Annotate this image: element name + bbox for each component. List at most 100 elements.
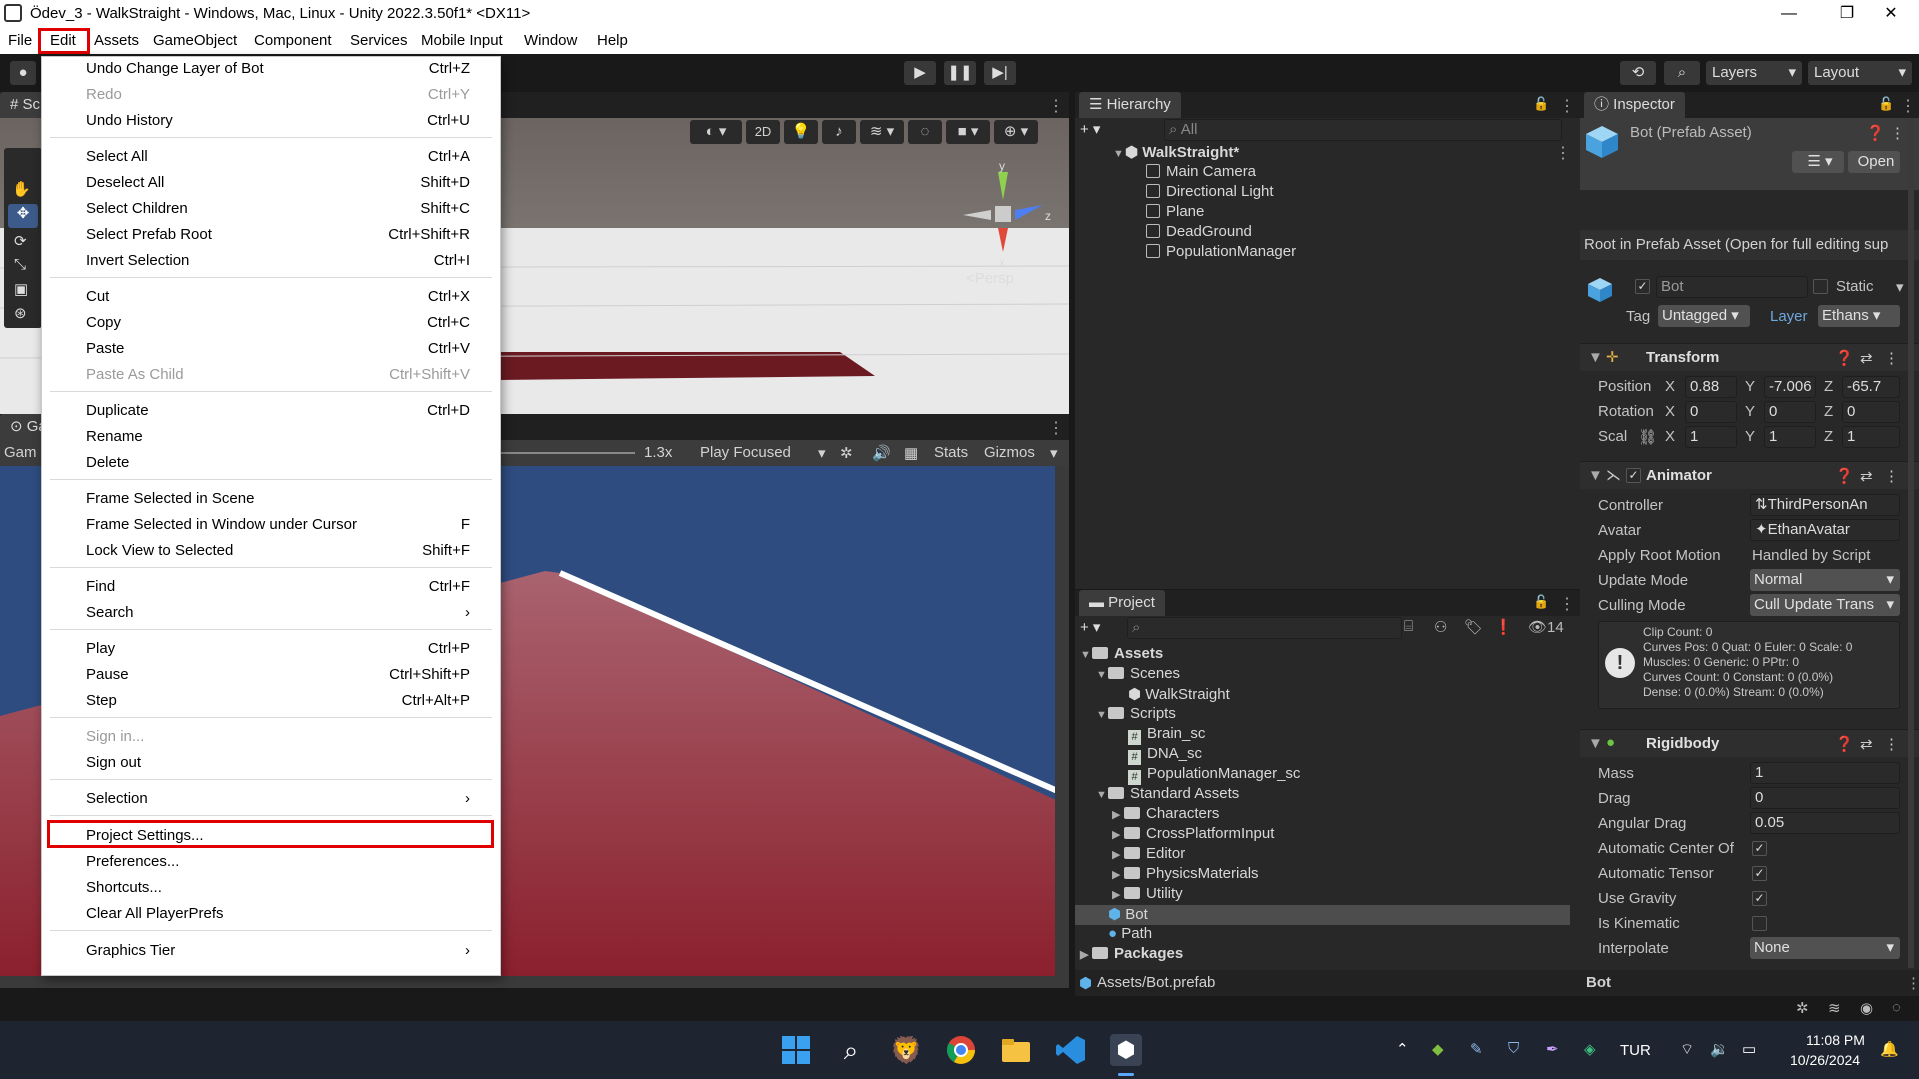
chrome-icon[interactable] [945,1034,977,1066]
scale-x-field[interactable]: 1 [1685,426,1737,448]
rotation-z-field[interactable]: 0 [1842,401,1900,423]
display-dropdown[interactable]: Gam [4,444,37,461]
hierarchy-add-button[interactable]: + ▾ [1080,120,1100,138]
layers-dropdown[interactable]: Layers ▾ [1706,61,1802,85]
grid-icon[interactable]: ▦ [904,444,918,462]
presets-icon[interactable]: ⇄ [1860,735,1873,753]
help-icon[interactable]: ❓ [1866,124,1885,142]
angular-drag-field[interactable]: 0.05 [1750,812,1900,834]
hidden-packages-count[interactable]: 👁14 [1528,618,1564,636]
presets-icon[interactable]: ⇄ [1860,349,1873,367]
menu-item-frame-selected[interactable]: Frame Selected in Scene [42,487,500,511]
debug-icon[interactable]: ✲ [1796,999,1809,1017]
culling-mode-dropdown[interactable]: Cull Update Trans ▾ [1750,594,1900,616]
project-folder[interactable]: ▶ PhysicsMaterials [1112,865,1259,882]
menu-item-redo[interactable]: Redo Ctrl+Y [42,83,500,107]
step-button[interactable]: ▶| [984,61,1016,85]
play-button[interactable]: ▶ [904,61,936,85]
project-folder[interactable]: ▶ Characters [1112,805,1219,822]
battery-icon[interactable]: ▭ [1742,1040,1756,1058]
search-icon[interactable]: ⌕ [1664,61,1700,85]
chevron-down-icon[interactable]: ▾ [1896,278,1904,296]
project-folder[interactable]: ▼ Standard Assets [1096,785,1239,802]
menu-item-duplicate[interactable]: Duplicate Ctrl+D [42,399,500,423]
help-icon[interactable]: ❓ [1835,735,1854,753]
mass-field[interactable]: 1 [1750,762,1900,784]
project-folder[interactable]: ▼ Assets [1080,645,1163,662]
hierarchy-item[interactable]: Main Camera [1146,163,1256,180]
prefab-overrides-dropdown[interactable]: ☰ ▾ [1792,151,1844,173]
lighting-icon[interactable]: 💡 [784,120,818,144]
rotation-x-field[interactable]: 0 [1685,401,1737,423]
project-folder[interactable]: ▼ Scenes [1096,665,1180,682]
project-search-input[interactable]: ⌕ [1127,617,1402,639]
menu-assets[interactable]: Assets [94,32,139,49]
nvidia-icon[interactable]: ◆ [1432,1040,1444,1058]
notification-bell-icon[interactable]: 🔔 [1880,1040,1899,1058]
project-add-button[interactable]: + ▾ [1080,618,1100,636]
warning-filter-icon[interactable]: ❗ [1494,618,1513,636]
menu-item-paste-as-child[interactable]: Paste As Child Ctrl+Shift+V [42,363,500,387]
active-checkbox[interactable]: ✓ [1635,279,1650,294]
menu-item-delete[interactable]: Delete [42,451,500,475]
controller-field[interactable]: ⇅ThirdPersonAn [1750,494,1900,516]
clock-time[interactable]: 11:08 PM [1806,1032,1865,1048]
rect-tool-icon[interactable]: ▣ [14,280,28,298]
menu-item-pause[interactable]: Pause Ctrl+Shift+P [42,663,500,687]
account-icon[interactable]: ● [10,61,36,85]
menu-item-invert-selection[interactable]: Invert Selection Ctrl+I [42,249,500,273]
help-icon[interactable]: ❓ [1835,467,1854,485]
rotate-tool-icon[interactable]: ⟳ [14,232,27,250]
camera-icon[interactable]: ■ ▾ [946,120,990,144]
language-indicator[interactable]: TUR [1620,1042,1651,1059]
gizmos-button[interactable]: Gizmos [984,444,1035,461]
update-mode-dropdown[interactable]: Normal ▾ [1750,569,1900,591]
wifi-icon[interactable]: ⌔ [1680,1040,1694,1059]
close-button[interactable]: ✕ [1862,0,1919,28]
menu-component[interactable]: Component [254,32,332,49]
hierarchy-more-icon[interactable]: ⋮ [1559,96,1575,116]
toggle-2d-button[interactable]: 2D [746,120,780,144]
link-icon[interactable]: ⛓ [1638,428,1657,446]
menu-gameobject[interactable]: GameObject [153,32,237,49]
avatar-field[interactable]: ✦EthanAvatar [1750,519,1900,541]
animator-header[interactable]: ▼ ⋋ ✓ Animator ❓ ⇄ ⋮ [1580,461,1919,489]
game-more-icon[interactable]: ⋮ [1048,418,1064,438]
component-more-icon[interactable]: ⋮ [1884,735,1899,753]
scale-slider[interactable] [500,452,635,454]
play-mode-dropdown[interactable]: Play Focused [700,444,791,461]
inspector-more-icon[interactable]: ⋮ [1900,96,1916,116]
menu-services[interactable]: Services [350,32,408,49]
progress-icon[interactable]: ◌ [1892,999,1901,1016]
menu-item-clear-playerprefs[interactable]: Clear All PlayerPrefs [42,902,500,926]
menu-item-frame-selected-window[interactable]: Frame Selected in Window under Cursor F [42,513,500,537]
drag-field[interactable]: 0 [1750,787,1900,809]
auto-tensor-checkbox[interactable]: ✓ [1752,866,1767,881]
project-more-icon[interactable]: ⋮ [1559,594,1575,614]
position-z-field[interactable]: -65.7 [1842,376,1900,398]
hierarchy-item[interactable]: Directional Light [1146,183,1274,200]
chevron-up-icon[interactable]: ⌃ [1396,1040,1409,1058]
project-folder[interactable]: ▶ Editor [1112,845,1185,862]
scale-tool-icon[interactable]: ⤡ [14,256,26,273]
stats-button[interactable]: Stats [934,444,968,461]
project-file[interactable]: # Brain_sc [1128,725,1205,745]
project-file[interactable]: # PopulationManager_sc [1128,765,1300,785]
menu-mobile-input[interactable]: Mobile Input [421,32,503,49]
menu-item-undo-history[interactable]: Undo History Ctrl+U [42,109,500,133]
transform-tool-icon[interactable]: ⊛ [14,304,27,322]
help-icon[interactable]: ❓ [1835,349,1854,367]
vscode-icon[interactable] [1055,1034,1087,1066]
menu-item-rename[interactable]: Rename [42,425,500,449]
hierarchy-search-input[interactable]: ⌕ All [1164,119,1562,141]
is-kinematic-checkbox[interactable] [1752,916,1767,931]
project-file[interactable]: ● Path [1108,925,1152,942]
menu-item-play[interactable]: Play Ctrl+P [42,637,500,661]
project-folder[interactable]: ▼ Scripts [1096,705,1176,722]
effects-icon[interactable]: ≋ ▾ [860,120,904,144]
scale-y-field[interactable]: 1 [1764,426,1816,448]
menu-item-sign-out[interactable]: Sign out [42,751,500,775]
menu-item-select-all[interactable]: Select All Ctrl+A [42,145,500,169]
transform-header[interactable]: ▼ ✛ Transform ❓ ⇄ ⋮ [1580,343,1919,371]
menu-item-find[interactable]: Find Ctrl+F [42,575,500,599]
